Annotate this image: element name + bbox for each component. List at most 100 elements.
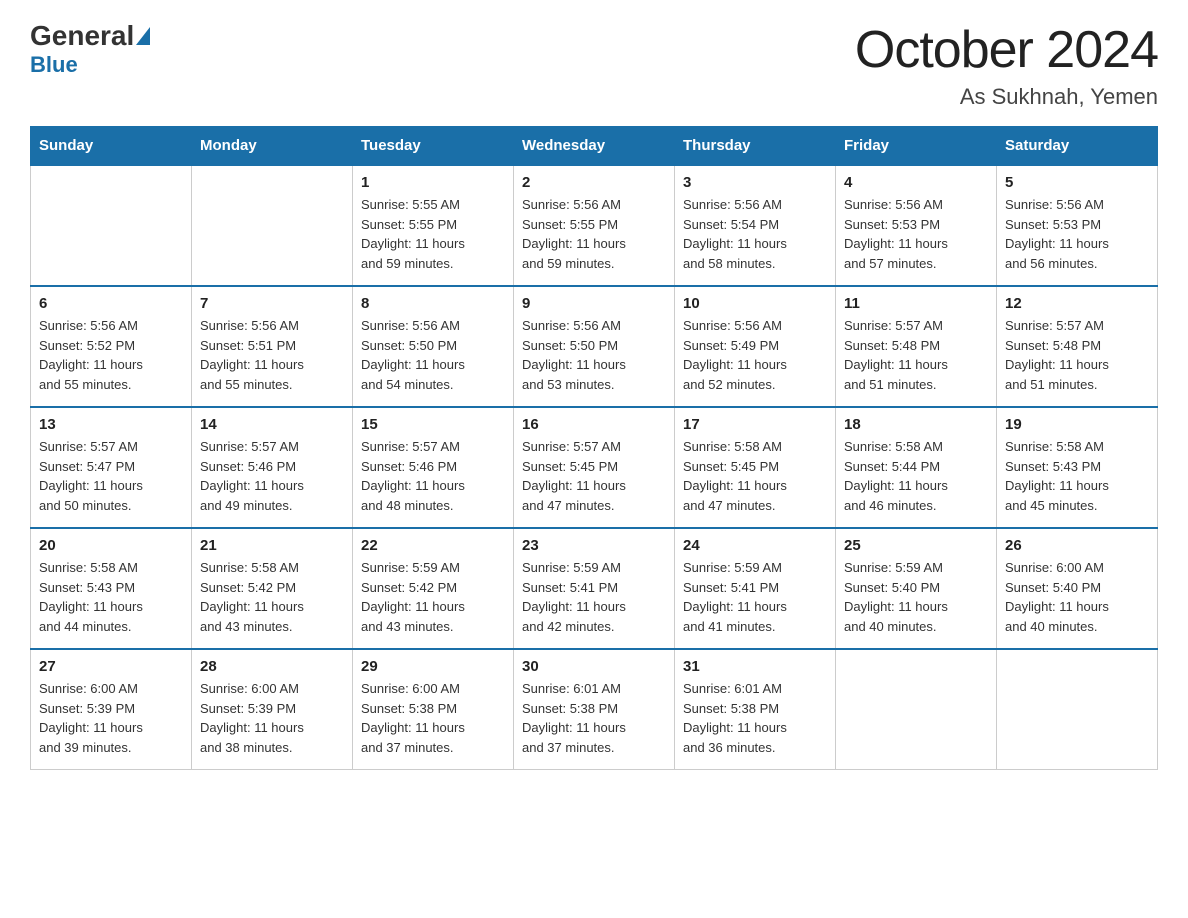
day-number: 23 (522, 537, 666, 554)
day-number: 14 (200, 416, 344, 433)
day-number: 2 (522, 174, 666, 191)
calendar-cell: 7 Sunrise: 5:56 AMSunset: 5:51 PMDaylight… (192, 286, 353, 407)
calendar-week-row: 1 Sunrise: 5:55 AMSunset: 5:55 PMDaylight… (31, 165, 1158, 286)
day-number: 1 (361, 174, 505, 191)
calendar-cell: 13 Sunrise: 5:57 AMSunset: 5:47 PMDayligh… (31, 407, 192, 528)
weekday-header-tuesday: Tuesday (353, 127, 514, 166)
calendar-cell (997, 649, 1158, 770)
calendar-cell: 10 Sunrise: 5:56 AMSunset: 5:49 PMDayligh… (675, 286, 836, 407)
calendar-week-row: 20Sunrise: 5:58 AMSunset: 5:43 PMDayligh… (31, 528, 1158, 649)
calendar-cell: 5Sunrise: 5:56 AMSunset: 5:53 PMDaylight… (997, 165, 1158, 286)
calendar-cell: 15 Sunrise: 5:57 AMSunset: 5:46 PMDayligh… (353, 407, 514, 528)
day-number: 30 (522, 658, 666, 675)
day-info: Sunrise: 5:58 AMSunset: 5:43 PMDaylight:… (1005, 437, 1149, 515)
calendar-cell: 4Sunrise: 5:56 AMSunset: 5:53 PMDaylight… (836, 165, 997, 286)
weekday-header-thursday: Thursday (675, 127, 836, 166)
day-number: 9 (522, 295, 666, 312)
day-info: Sunrise: 5:57 AMSunset: 5:46 PMDaylight:… (200, 437, 344, 515)
day-info: Sunrise: 6:00 AMSunset: 5:39 PMDaylight:… (200, 679, 344, 757)
day-number: 26 (1005, 537, 1149, 554)
day-info: Sunrise: 5:58 AMSunset: 5:42 PMDaylight:… (200, 558, 344, 636)
day-info: Sunrise: 5:59 AMSunset: 5:40 PMDaylight:… (844, 558, 988, 636)
logo-blue-text: Blue (30, 52, 78, 78)
calendar-cell: 22 Sunrise: 5:59 AMSunset: 5:42 PMDayligh… (353, 528, 514, 649)
day-info: Sunrise: 5:55 AMSunset: 5:55 PMDaylight:… (361, 195, 505, 273)
day-number: 12 (1005, 295, 1149, 312)
calendar-cell: 9 Sunrise: 5:56 AMSunset: 5:50 PMDaylight… (514, 286, 675, 407)
day-number: 8 (361, 295, 505, 312)
calendar-cell: 17 Sunrise: 5:58 AMSunset: 5:45 PMDayligh… (675, 407, 836, 528)
calendar-cell: 1 Sunrise: 5:55 AMSunset: 5:55 PMDaylight… (353, 165, 514, 286)
day-info: Sunrise: 5:58 AMSunset: 5:43 PMDaylight:… (39, 558, 183, 636)
day-info: Sunrise: 6:00 AMSunset: 5:38 PMDaylight:… (361, 679, 505, 757)
day-info: Sunrise: 5:59 AMSunset: 5:42 PMDaylight:… (361, 558, 505, 636)
day-number: 17 (683, 416, 827, 433)
logo-triangle-icon (136, 27, 150, 45)
calendar-week-row: 6 Sunrise: 5:56 AMSunset: 5:52 PMDaylight… (31, 286, 1158, 407)
calendar-cell: 11Sunrise: 5:57 AMSunset: 5:48 PMDayligh… (836, 286, 997, 407)
weekday-header-friday: Friday (836, 127, 997, 166)
day-info: Sunrise: 5:57 AMSunset: 5:45 PMDaylight:… (522, 437, 666, 515)
day-info: Sunrise: 5:56 AMSunset: 5:51 PMDaylight:… (200, 316, 344, 394)
calendar-cell: 28Sunrise: 6:00 AMSunset: 5:39 PMDayligh… (192, 649, 353, 770)
calendar-cell: 27 Sunrise: 6:00 AMSunset: 5:39 PMDayligh… (31, 649, 192, 770)
calendar-week-row: 13 Sunrise: 5:57 AMSunset: 5:47 PMDayligh… (31, 407, 1158, 528)
calendar-table: SundayMondayTuesdayWednesdayThursdayFrid… (30, 126, 1158, 770)
day-number: 13 (39, 416, 183, 433)
day-number: 7 (200, 295, 344, 312)
day-number: 19 (1005, 416, 1149, 433)
day-number: 31 (683, 658, 827, 675)
day-number: 18 (844, 416, 988, 433)
calendar-cell: 29 Sunrise: 6:00 AMSunset: 5:38 PMDayligh… (353, 649, 514, 770)
day-info: Sunrise: 5:58 AMSunset: 5:45 PMDaylight:… (683, 437, 827, 515)
calendar-cell: 25 Sunrise: 5:59 AMSunset: 5:40 PMDayligh… (836, 528, 997, 649)
calendar-cell: 8 Sunrise: 5:56 AMSunset: 5:50 PMDaylight… (353, 286, 514, 407)
day-number: 27 (39, 658, 183, 675)
day-number: 29 (361, 658, 505, 675)
calendar-cell: 20Sunrise: 5:58 AMSunset: 5:43 PMDayligh… (31, 528, 192, 649)
calendar-cell: 24 Sunrise: 5:59 AMSunset: 5:41 PMDayligh… (675, 528, 836, 649)
day-info: Sunrise: 5:57 AMSunset: 5:47 PMDaylight:… (39, 437, 183, 515)
day-number: 6 (39, 295, 183, 312)
calendar-cell: 12 Sunrise: 5:57 AMSunset: 5:48 PMDayligh… (997, 286, 1158, 407)
calendar-cell: 31 Sunrise: 6:01 AMSunset: 5:38 PMDayligh… (675, 649, 836, 770)
day-info: Sunrise: 6:00 AMSunset: 5:40 PMDaylight:… (1005, 558, 1149, 636)
day-info: Sunrise: 6:01 AMSunset: 5:38 PMDaylight:… (522, 679, 666, 757)
calendar-cell: 18 Sunrise: 5:58 AMSunset: 5:44 PMDayligh… (836, 407, 997, 528)
location-subtitle: As Sukhnah, Yemen (855, 84, 1158, 110)
calendar-cell: 2 Sunrise: 5:56 AMSunset: 5:55 PMDaylight… (514, 165, 675, 286)
weekday-header-monday: Monday (192, 127, 353, 166)
calendar-cell (192, 165, 353, 286)
page-header: General Blue October 2024 As Sukhnah, Ye… (30, 20, 1158, 110)
day-info: Sunrise: 5:56 AMSunset: 5:50 PMDaylight:… (361, 316, 505, 394)
calendar-cell (31, 165, 192, 286)
day-number: 10 (683, 295, 827, 312)
day-info: Sunrise: 5:56 AMSunset: 5:49 PMDaylight:… (683, 316, 827, 394)
day-info: Sunrise: 5:56 AMSunset: 5:50 PMDaylight:… (522, 316, 666, 394)
calendar-cell: 6 Sunrise: 5:56 AMSunset: 5:52 PMDaylight… (31, 286, 192, 407)
day-info: Sunrise: 5:59 AMSunset: 5:41 PMDaylight:… (683, 558, 827, 636)
day-info: Sunrise: 5:57 AMSunset: 5:48 PMDaylight:… (1005, 316, 1149, 394)
day-info: Sunrise: 5:58 AMSunset: 5:44 PMDaylight:… (844, 437, 988, 515)
calendar-cell: 21 Sunrise: 5:58 AMSunset: 5:42 PMDayligh… (192, 528, 353, 649)
day-info: Sunrise: 6:00 AMSunset: 5:39 PMDaylight:… (39, 679, 183, 757)
day-number: 24 (683, 537, 827, 554)
day-info: Sunrise: 5:56 AMSunset: 5:55 PMDaylight:… (522, 195, 666, 273)
calendar-cell: 16Sunrise: 5:57 AMSunset: 5:45 PMDayligh… (514, 407, 675, 528)
day-number: 15 (361, 416, 505, 433)
day-number: 3 (683, 174, 827, 191)
weekday-header-wednesday: Wednesday (514, 127, 675, 166)
calendar-cell: 26 Sunrise: 6:00 AMSunset: 5:40 PMDayligh… (997, 528, 1158, 649)
logo-general-text: General (30, 20, 134, 52)
day-info: Sunrise: 5:57 AMSunset: 5:46 PMDaylight:… (361, 437, 505, 515)
day-number: 25 (844, 537, 988, 554)
day-info: Sunrise: 5:59 AMSunset: 5:41 PMDaylight:… (522, 558, 666, 636)
calendar-cell: 19 Sunrise: 5:58 AMSunset: 5:43 PMDayligh… (997, 407, 1158, 528)
day-number: 4 (844, 174, 988, 191)
day-info: Sunrise: 5:56 AMSunset: 5:53 PMDaylight:… (1005, 195, 1149, 273)
day-number: 21 (200, 537, 344, 554)
month-title: October 2024 (855, 20, 1158, 80)
day-info: Sunrise: 6:01 AMSunset: 5:38 PMDaylight:… (683, 679, 827, 757)
day-info: Sunrise: 5:56 AMSunset: 5:52 PMDaylight:… (39, 316, 183, 394)
day-number: 22 (361, 537, 505, 554)
